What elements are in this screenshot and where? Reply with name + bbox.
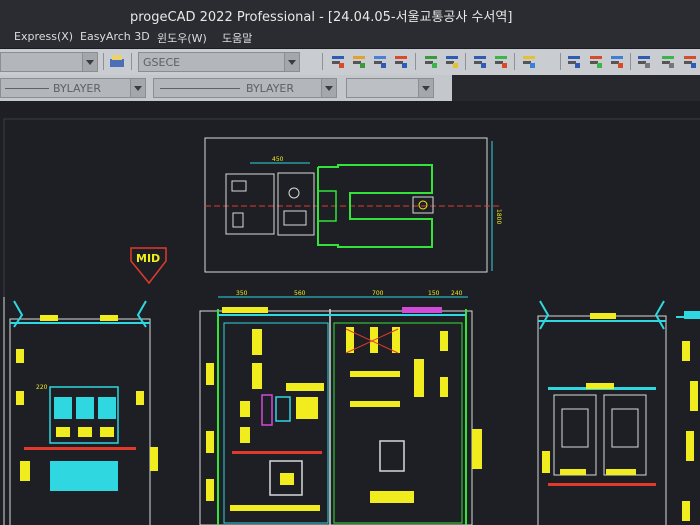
toolbar-separator	[630, 53, 631, 70]
toolbar-properties: BYLAYER BYLAYER	[0, 75, 452, 101]
chevron-down-icon[interactable]	[321, 79, 336, 97]
layer-isolate-icon[interactable]	[372, 53, 388, 69]
color-icon[interactable]	[493, 53, 509, 69]
menu-window[interactable]: 윈도우(W)	[157, 30, 207, 46]
chevron-down-icon[interactable]	[418, 79, 433, 97]
menu-express[interactable]: Express(X)	[14, 30, 73, 43]
chevron-down-icon[interactable]	[82, 53, 97, 71]
menu-bar: Express(X) EasyArch 3D 윈도우(W) 도움말	[0, 28, 700, 48]
front-dim-1: 350	[236, 290, 248, 297]
left-dim: 220	[36, 384, 48, 391]
toolbar-separator	[465, 53, 466, 70]
toolbar-separator	[103, 53, 104, 70]
zoom-icon[interactable]	[682, 53, 698, 69]
text-style-value: GSECE	[143, 56, 181, 69]
plan-dim-top: 450	[272, 156, 284, 163]
menu-easyarch-3d[interactable]: EasyArch 3D	[80, 30, 150, 43]
layer-combo[interactable]	[0, 52, 98, 72]
chevron-down-icon[interactable]	[130, 79, 145, 97]
layer-lock-icon[interactable]	[423, 53, 439, 69]
dimension-icon[interactable]	[636, 53, 652, 69]
measure-icon[interactable]	[660, 53, 676, 69]
toolbar-separator	[415, 53, 416, 70]
text-style-icon[interactable]	[109, 53, 126, 69]
draworder-icon[interactable]	[521, 53, 537, 69]
toolbar-separator	[560, 53, 561, 70]
menu-help[interactable]: 도움말	[222, 30, 252, 46]
linetype-icon[interactable]	[472, 53, 488, 69]
align-icon[interactable]	[566, 53, 582, 69]
front-dim-5: 240	[451, 290, 463, 297]
text-style-combo[interactable]: GSECE	[138, 52, 300, 72]
mid-label: MID	[136, 252, 160, 265]
layer-prev-icon[interactable]	[330, 53, 346, 69]
linetype-combo[interactable]: BYLAYER	[0, 78, 146, 98]
layer-freeze-icon[interactable]	[393, 53, 409, 69]
toolbar-separator	[131, 53, 132, 70]
layer-walk-icon[interactable]	[444, 53, 460, 69]
toolbar-empty-area	[452, 75, 700, 101]
copy-layer-icon[interactable]	[588, 53, 604, 69]
match-layer-icon[interactable]	[351, 53, 367, 69]
title-bar: progeCAD 2022 Professional - [24.04.05-서…	[0, 0, 700, 28]
plotstyle-combo[interactable]	[346, 78, 434, 98]
front-dim-2: 560	[294, 290, 306, 297]
front-dim-3: 700	[372, 290, 384, 297]
front-dim-4: 150	[428, 290, 440, 297]
drawing-canvas[interactable]: 450 1800 MID 220 350 560 700 150 240	[0, 101, 700, 525]
chevron-down-icon[interactable]	[284, 53, 299, 71]
toolbar-separator	[514, 53, 515, 70]
trim-icon[interactable]	[609, 53, 625, 69]
linetype-value: BYLAYER	[53, 82, 102, 95]
plan-dim-right: 1800	[495, 209, 502, 224]
lineweight-value: BYLAYER	[246, 82, 295, 95]
lineweight-combo[interactable]: BYLAYER	[153, 78, 337, 98]
window-title: progeCAD 2022 Professional - [24.04.05-서…	[130, 10, 513, 25]
toolbar-separator	[322, 53, 323, 70]
